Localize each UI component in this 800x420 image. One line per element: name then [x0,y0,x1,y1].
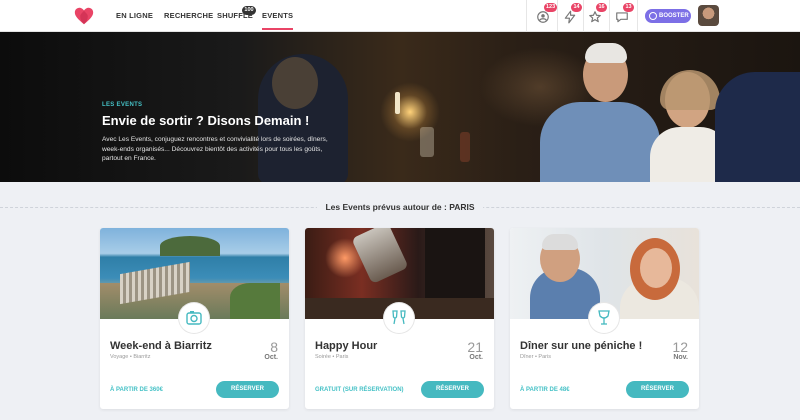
event-month: Nov. [673,354,688,361]
booster-label: BOOSTER [659,13,689,19]
event-card[interactable]: Happy Hour Soirée • Paris 21 Oct. GRATUI… [305,228,494,409]
event-day: 21 [467,339,483,355]
flashes-button[interactable]: 14 [562,3,582,25]
woman-hair [660,70,720,110]
guest-right [715,72,800,182]
event-subtitle: Dîner • Paris [520,354,551,360]
star-icon [589,11,601,23]
reserve-button[interactable]: RÉSERVER [216,381,279,398]
favorites-count-badge: 16 [596,3,607,12]
event-price: À PARTIR DE 360€ [110,387,163,393]
candle [395,92,400,114]
event-subtitle: Voyage • Biarritz [110,354,151,360]
man-shirt [540,102,660,182]
event-month: Oct. [469,354,483,361]
event-price: À PARTIR DE 48€ [520,387,570,393]
hero-text-block: LES EVENTS Envie de sortir ? Disons Dema… [102,102,352,164]
section-title-text: Les Events prévus autour de : PARIS [317,202,483,212]
camera-icon [179,303,209,333]
nav-divider [583,0,584,32]
event-subtitle: Soirée • Paris [315,354,349,360]
top-nav: EN LIGNE RECHERCHE SHUFFLE 100 EVENTS 12… [0,0,800,32]
hero-kicker: LES EVENTS [102,102,143,108]
user-avatar[interactable] [698,5,719,26]
event-title: Dîner sur une péniche ! [520,340,643,352]
wine-glass [420,127,434,157]
shuffle-count-badge: 100 [242,6,256,15]
visitors-icon [537,11,549,23]
section-title: Les Events prévus autour de : PARIS [0,202,800,212]
lightning-icon [564,10,576,24]
booster-button[interactable]: BOOSTER [645,9,691,23]
nav-link-en-ligne[interactable]: EN LIGNE [116,11,153,20]
visits-button[interactable]: 123 [535,3,558,25]
hero-title: Envie de sortir ? Disons Demain ! [102,113,310,128]
event-day: 12 [672,339,688,355]
hero-banner: LES EVENTS Envie de sortir ? Disons Dema… [0,32,800,182]
cheers-glasses-icon [384,303,414,333]
heart-logo-icon[interactable] [73,5,95,27]
nav-divider [637,0,638,32]
event-day: 8 [270,339,278,355]
man-hair [585,43,627,63]
nav-divider [557,0,558,32]
event-title: Week-end à Biarritz [110,340,212,352]
event-month: Oct. [264,354,278,361]
nav-link-events[interactable]: EVENTS [262,11,294,30]
reserve-button[interactable]: RÉSERVER [626,381,689,398]
messages-button[interactable]: 13 [614,3,634,25]
reserve-button[interactable]: RÉSERVER [421,381,484,398]
hero-description: Avec Les Events, conjuguez rencontres et… [102,136,328,162]
event-price: GRATUIT (SUR RÉSERVATION) [315,387,404,393]
clock-icon [649,12,657,20]
messages-count-badge: 13 [623,3,634,12]
nav-divider [526,0,527,32]
visits-count-badge: 123 [544,3,558,12]
flashes-count-badge: 14 [571,3,582,12]
wine-bottle [460,132,470,162]
event-card[interactable]: Week-end à Biarritz Voyage • Biarritz 8 … [100,228,289,409]
nav-link-recherche[interactable]: RECHERCHE [164,11,213,20]
nav-divider [609,0,610,32]
event-title: Happy Hour [315,340,378,352]
favorites-button[interactable]: 16 [587,3,607,25]
event-card[interactable]: Dîner sur une péniche ! Dîner • Paris 12… [510,228,699,409]
wine-glass-icon [589,303,619,333]
chat-bubble-icon [616,12,628,23]
